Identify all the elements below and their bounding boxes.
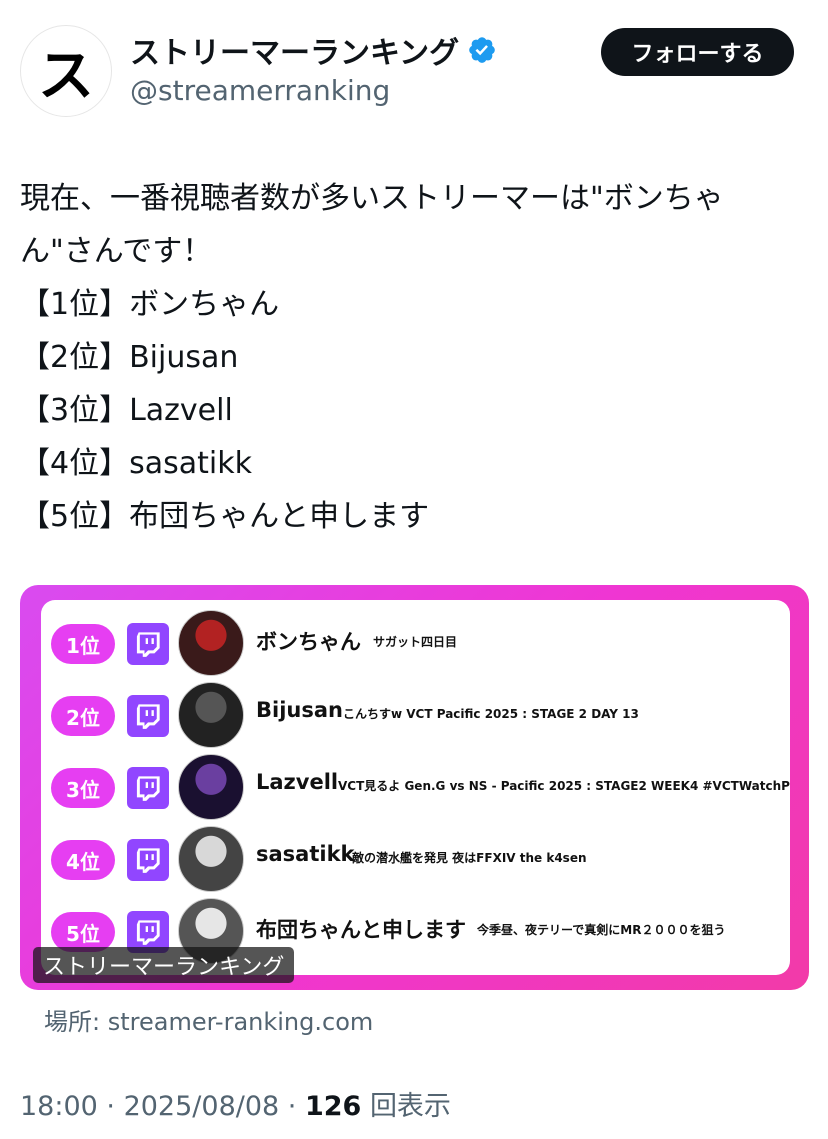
ranking-row: 3位 Lazvell VCT見るよ Gen.G vs NS - Pacific 20… bbox=[41, 752, 790, 822]
streamer-name: Lazvell bbox=[256, 770, 339, 794]
stream-title: 今季昼、夜テリーで真剣にMR２０００を狙う bbox=[477, 923, 726, 937]
ranking-panel: 1位 ボンちゃん サガット四日目 2位 Bijusan こんちすw VCT Pacific… bbox=[41, 600, 790, 975]
streamer-avatar bbox=[178, 682, 244, 748]
streamer-name: ボンちゃん bbox=[256, 630, 361, 654]
tweet-date[interactable]: 2025/08/08 bbox=[124, 1091, 280, 1122]
stream-title: 敵の潜水艦を発見 夜はFFXIV the k4sen bbox=[352, 851, 587, 865]
rank-badge: 5位 bbox=[51, 912, 115, 952]
streamer-avatar bbox=[178, 826, 244, 892]
ranking-row: 1位 ボンちゃん サガット四日目 bbox=[41, 608, 790, 678]
stream-title: こんちすw VCT Pacific 2025 : STAGE 2 DAY 13 bbox=[343, 707, 639, 721]
follow-button[interactable]: フォローする bbox=[601, 28, 794, 76]
rank-badge: 2位 bbox=[51, 696, 115, 736]
account-handle[interactable]: @streamerranking bbox=[130, 74, 390, 107]
streamer-avatar bbox=[178, 610, 244, 676]
twitch-icon bbox=[127, 767, 169, 809]
meta-separator: · bbox=[287, 1091, 305, 1122]
tweet-meta: 18:00 · 2025/08/08 · 126 回表示 bbox=[20, 1084, 451, 1123]
streamer-name: Bijusan bbox=[256, 698, 343, 722]
tweet-text: 現在、一番視聴者数が多いストリーマーは"ボンちゃ ん"さんです！ 【1位】ボンち… bbox=[20, 181, 724, 534]
account-name[interactable]: ストリーマーランキング bbox=[130, 28, 459, 72]
ranking-row: 2位 Bijusan こんちすw VCT Pacific 2025 : STAGE … bbox=[41, 680, 790, 750]
twitch-icon bbox=[127, 839, 169, 881]
view-count-label: 回表示 bbox=[369, 1091, 451, 1122]
ranking-image-card[interactable]: 1位 ボンちゃん サガット四日目 2位 Bijusan こんちすw VCT Pacific… bbox=[20, 585, 809, 990]
stream-title: サガット四日目 bbox=[373, 635, 458, 649]
twitch-icon bbox=[127, 695, 169, 737]
tweet-time[interactable]: 18:00 bbox=[20, 1091, 98, 1122]
rank-badge: 3位 bbox=[51, 768, 115, 808]
card-source-label[interactable]: ストリーマーランキング bbox=[33, 947, 295, 983]
streamer-avatar bbox=[178, 754, 244, 820]
profile-avatar[interactable]: ス bbox=[20, 25, 112, 117]
streamer-name: sasatikk bbox=[256, 842, 355, 866]
rank-badge: 1位 bbox=[51, 624, 115, 664]
verified-badge-icon bbox=[469, 37, 495, 63]
meta-separator: · bbox=[106, 1091, 124, 1122]
rank-badge: 4位 bbox=[51, 840, 115, 880]
location-text[interactable]: 場所: streamer-ranking.com bbox=[44, 1002, 373, 1037]
streamer-name: 布団ちゃんと申します bbox=[256, 918, 466, 942]
twitch-icon bbox=[127, 623, 169, 665]
ranking-row: 4位 sasatikk 敵の潜水艦を発見 夜はFFXIV the k4sen bbox=[41, 824, 790, 894]
view-count: 126 bbox=[304, 1091, 362, 1122]
stream-title: VCT見るよ Gen.G vs NS - Pacific 2025 : STAG… bbox=[338, 779, 790, 793]
account-name-row[interactable]: ストリーマーランキング bbox=[130, 28, 497, 72]
